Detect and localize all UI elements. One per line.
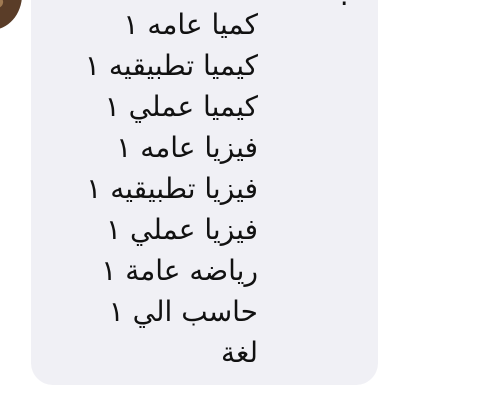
avatar[interactable]: [0, 0, 22, 30]
message-line: كميا عامه ١: [123, 8, 258, 41]
message-top-partial-text: ؟: [336, 0, 351, 10]
message-line: كيميا عملي ١: [104, 90, 258, 123]
message-line: حاسب الي ١: [108, 295, 258, 328]
message-text: كميا عامه ١ كيميا تطبيقيه ١ كيميا عملي ١…: [85, 4, 258, 373]
message-line: رياضه عامة ١: [101, 254, 258, 287]
message-line: فيزيا عامه ١: [116, 131, 258, 164]
message-line: فيزيا عملي ١: [106, 213, 258, 246]
message-line: فيزيا تطبيقيه ١: [86, 172, 258, 205]
message-line: كيميا تطبيقيه ١: [84, 49, 258, 82]
message-line: لغة: [220, 336, 258, 369]
chat-view: ؟ كميا عامه ١ كيميا تطبيقيه ١ كيميا عملي…: [0, 0, 490, 400]
